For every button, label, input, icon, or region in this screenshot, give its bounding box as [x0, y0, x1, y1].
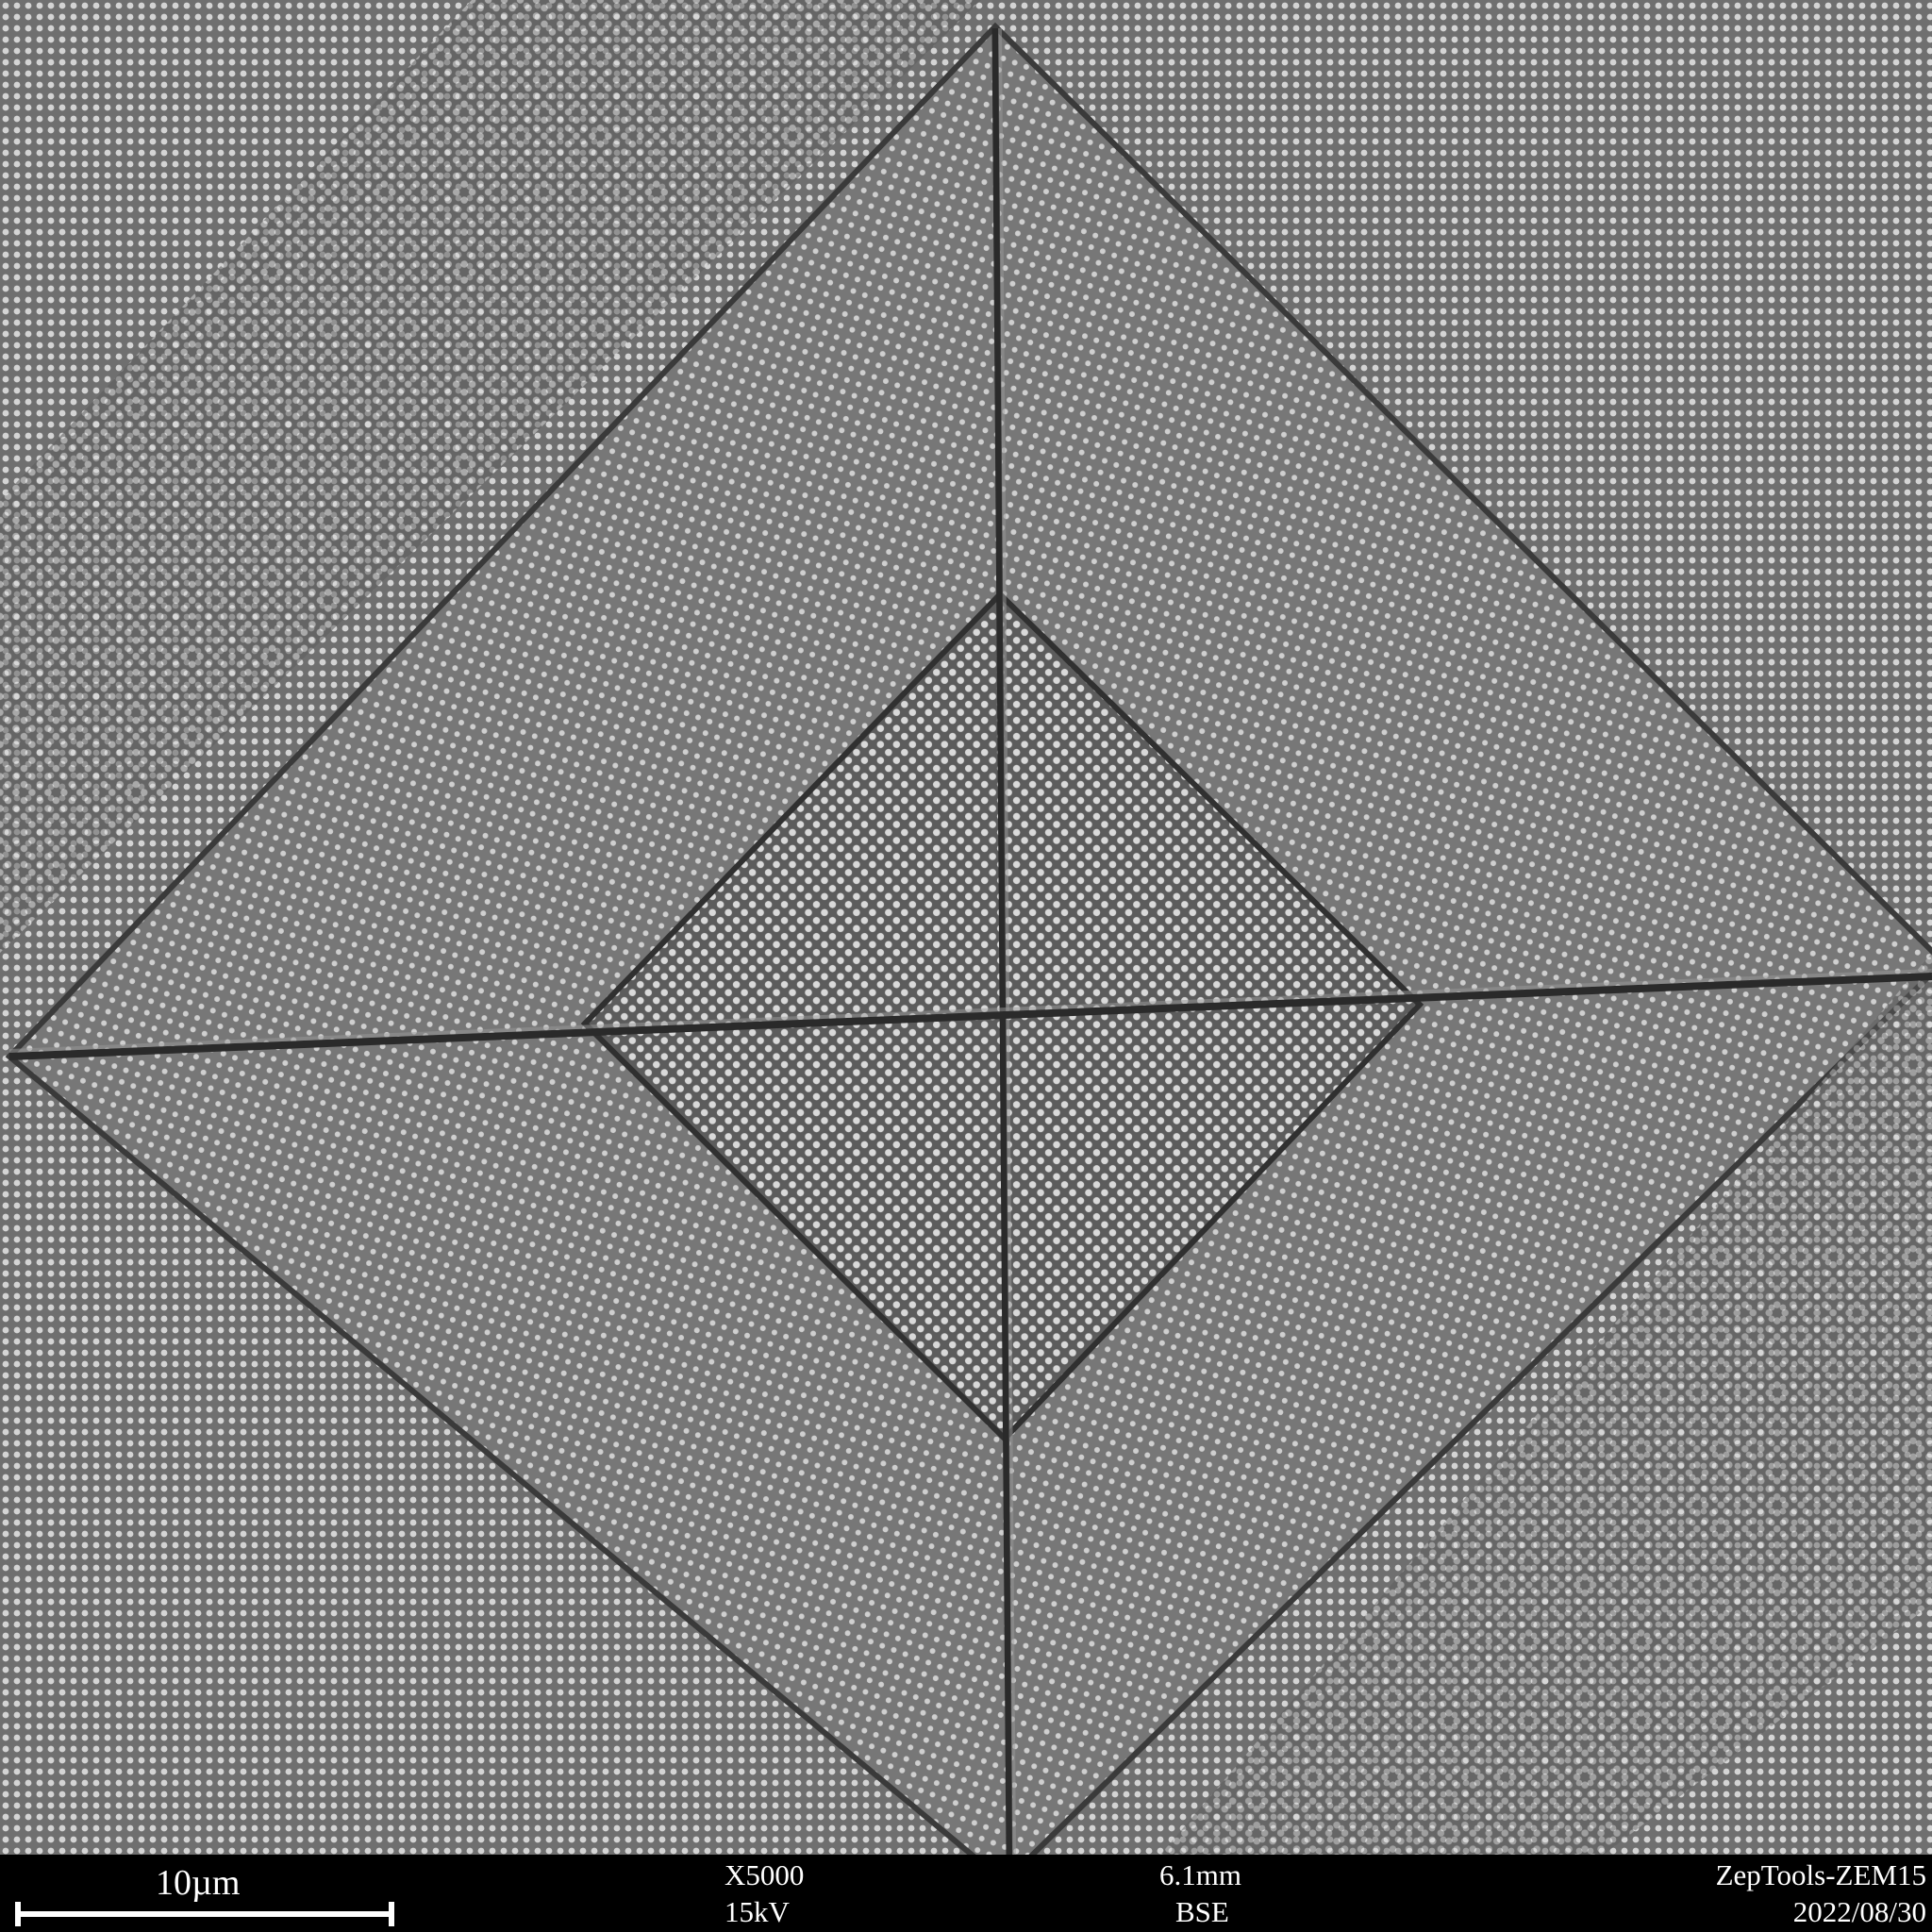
scale-bar-label: 10µm — [156, 1863, 241, 1903]
instrument-name: ZepTools-ZEM15 — [1715, 1858, 1926, 1891]
sem-micrograph — [0, 0, 1932, 1855]
detector-value: BSE — [1175, 1895, 1229, 1928]
accelerating-voltage-value: 15kV — [724, 1895, 790, 1928]
scale-bar-right-tick — [389, 1902, 394, 1926]
working-distance-value: 6.1mm — [1159, 1858, 1241, 1891]
capture-date: 2022/08/30 — [1792, 1895, 1926, 1928]
scale-bar-left-tick — [15, 1902, 21, 1926]
sem-info-bar: 10µm X5000 15kV 6.1mm BSE ZepTools-ZEM15… — [0, 1855, 1932, 1932]
scale-bar — [17, 1911, 392, 1917]
sem-image-canvas — [0, 0, 1932, 1855]
magnification-value: X5000 — [724, 1858, 805, 1891]
